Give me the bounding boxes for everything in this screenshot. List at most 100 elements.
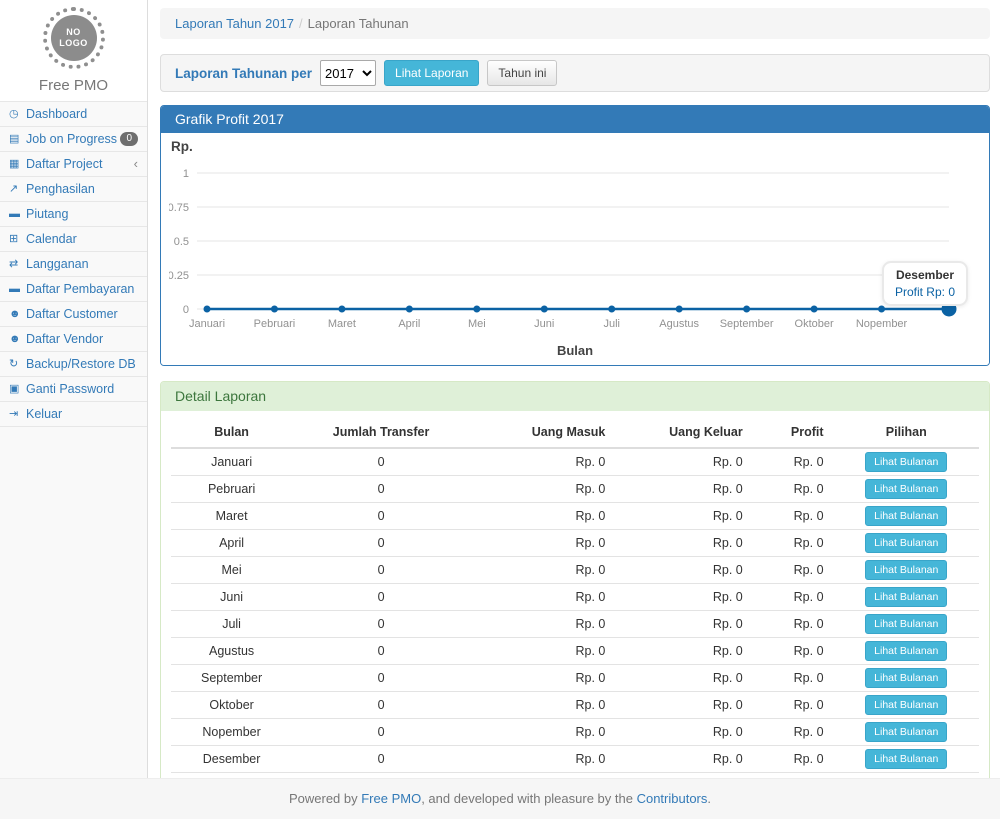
- chart-body: Rp. 00.250.50.751JanuariPebruariMaretApr…: [161, 133, 989, 365]
- table-cell: Rp. 0: [615, 584, 752, 611]
- lihat-bulanan-button[interactable]: Lihat Bulanan: [865, 749, 947, 769]
- table-cell: Rp. 0: [615, 692, 752, 719]
- chart-point-Oktober[interactable]: [811, 306, 818, 313]
- profit-chart[interactable]: 00.250.50.751JanuariPebruariMaretAprilMe…: [169, 157, 981, 343]
- chevron-left-icon: ‹: [134, 156, 138, 172]
- chart-point-Januari[interactable]: [204, 306, 211, 313]
- logo-block: NO LOGO Free PMO: [0, 0, 147, 101]
- table-cell: Rp. 0: [470, 557, 615, 584]
- logo-text-line1: NO: [66, 27, 81, 38]
- x-tick-label: Juni: [534, 318, 554, 330]
- lihat-bulanan-button[interactable]: Lihat Bulanan: [865, 479, 947, 499]
- sidebar-item-daftar-project[interactable]: ▦Daftar Project‹: [0, 152, 147, 177]
- year-select[interactable]: 2017: [320, 60, 376, 86]
- money-icon: ▬: [9, 281, 26, 297]
- no-logo-badge: NO LOGO: [43, 7, 105, 69]
- chart-point-Maret[interactable]: [338, 306, 345, 313]
- sidebar-item-daftar-customer[interactable]: ☻Daftar Customer: [0, 302, 147, 327]
- sidebar-item-dashboard[interactable]: ◷Dashboard: [0, 102, 147, 127]
- lihat-bulanan-button[interactable]: Lihat Bulanan: [865, 722, 947, 742]
- lihat-laporan-button[interactable]: Lihat Laporan: [384, 60, 479, 86]
- breadcrumb-link[interactable]: Laporan Tahun 2017: [175, 16, 294, 31]
- table-cell: Rp. 0: [470, 638, 615, 665]
- table-cell: Rp. 0: [615, 665, 752, 692]
- lihat-bulanan-button[interactable]: Lihat Bulanan: [865, 641, 947, 661]
- table-cell: 0: [292, 746, 470, 773]
- footer-text-middle: , and developed with pleasure by the: [421, 791, 636, 806]
- table-cell: 0: [292, 665, 470, 692]
- sidebar-item-daftar-pembayaran[interactable]: ▬Daftar Pembayaran: [0, 277, 147, 302]
- chart-point-Agustus[interactable]: [676, 306, 683, 313]
- table-cell: Januari: [171, 448, 292, 476]
- chart-y-axis-label: Rp.: [169, 139, 981, 157]
- x-tick-label: Maret: [328, 318, 356, 330]
- table-row: Pebruari0Rp. 0Rp. 0Rp. 0Lihat Bulanan: [171, 476, 979, 503]
- table-cell: Rp. 0: [615, 530, 752, 557]
- breadcrumb-current: Laporan Tahunan: [308, 16, 409, 31]
- footer-contributors-link[interactable]: Contributors: [637, 791, 708, 806]
- chart-point-Juni[interactable]: [541, 306, 548, 313]
- lihat-bulanan-button[interactable]: Lihat Bulanan: [865, 533, 947, 553]
- table-cell: 0: [292, 584, 470, 611]
- y-tick-label: 0.25: [169, 270, 189, 282]
- y-tick-label: 0.75: [169, 202, 189, 214]
- sidebar-item-piutang[interactable]: ▬Piutang: [0, 202, 147, 227]
- chart-point-April[interactable]: [406, 306, 413, 313]
- table-cell: 0: [292, 692, 470, 719]
- sidebar-item-label: Piutang: [26, 206, 68, 222]
- lihat-bulanan-button[interactable]: Lihat Bulanan: [865, 695, 947, 715]
- lihat-bulanan-button[interactable]: Lihat Bulanan: [865, 452, 947, 472]
- sidebar-item-label: Daftar Vendor: [26, 331, 103, 347]
- table-cell: Maret: [171, 503, 292, 530]
- table-row: Januari0Rp. 0Rp. 0Rp. 0Lihat Bulanan: [171, 448, 979, 476]
- sidebar-item-label: Daftar Project: [26, 156, 102, 172]
- sidebar-item-label: Penghasilan: [26, 181, 95, 197]
- column-header: Pilihan: [834, 417, 979, 448]
- sidebar-item-label: Daftar Customer: [26, 306, 118, 322]
- total-cell: Rp. 0: [753, 773, 834, 779]
- x-tick-label: September: [720, 318, 774, 330]
- detail-panel-title: Detail Laporan: [161, 382, 989, 411]
- chart-point-Juli[interactable]: [608, 306, 615, 313]
- tahun-ini-button[interactable]: Tahun ini: [487, 60, 557, 86]
- sidebar-item-job-on-progress[interactable]: ▤Job on Progress0: [0, 127, 147, 152]
- lihat-bulanan-button[interactable]: Lihat Bulanan: [865, 560, 947, 580]
- tooltip-value: Profit Rp: 0: [895, 285, 955, 299]
- x-tick-label: Mei: [468, 318, 486, 330]
- sidebar-item-backup-restore-db[interactable]: ↻Backup/Restore DB: [0, 352, 147, 377]
- chart-point-Nopember[interactable]: [878, 306, 885, 313]
- column-header: Uang Keluar: [615, 417, 752, 448]
- sidebar-item-daftar-vendor[interactable]: ☻Daftar Vendor: [0, 327, 147, 352]
- table-cell: Rp. 0: [470, 503, 615, 530]
- table-cell: Rp. 0: [470, 692, 615, 719]
- table-total-row: Total0Rp. 0Rp. 0Rp. 0: [171, 773, 979, 779]
- lihat-bulanan-button[interactable]: Lihat Bulanan: [865, 614, 947, 634]
- table-cell: Rp. 0: [753, 557, 834, 584]
- table-cell: Rp. 0: [753, 719, 834, 746]
- table-header-row: BulanJumlah TransferUang MasukUang Kelua…: [171, 417, 979, 448]
- sidebar-item-langganan[interactable]: ⇄Langganan: [0, 252, 147, 277]
- total-cell: Rp. 0: [615, 773, 752, 779]
- footer-brand-link[interactable]: Free PMO: [361, 791, 421, 806]
- chart-point-Mei[interactable]: [473, 306, 480, 313]
- table-cell: Rp. 0: [470, 665, 615, 692]
- chart-tooltip: Desember Profit Rp: 0: [882, 261, 968, 306]
- table-cell: Rp. 0: [470, 719, 615, 746]
- sidebar-item-keluar[interactable]: ⇥Keluar: [0, 402, 147, 427]
- lihat-bulanan-button[interactable]: Lihat Bulanan: [865, 506, 947, 526]
- sidebar-item-penghasilan[interactable]: ↗Penghasilan: [0, 177, 147, 202]
- refresh-icon: ↻: [9, 356, 26, 372]
- lihat-bulanan-button[interactable]: Lihat Bulanan: [865, 668, 947, 688]
- calendar-icon: ⊞: [9, 231, 26, 247]
- lihat-bulanan-button[interactable]: Lihat Bulanan: [865, 587, 947, 607]
- breadcrumb-separator: /: [299, 16, 303, 31]
- chart-panel-title: Grafik Profit 2017: [161, 106, 989, 133]
- chart-point-Pebruari[interactable]: [271, 306, 278, 313]
- table-cell: Rp. 0: [470, 746, 615, 773]
- sidebar-item-ganti-password[interactable]: ▣Ganti Password: [0, 377, 147, 402]
- tasks-icon: ▤: [9, 131, 26, 147]
- chart-point-September[interactable]: [743, 306, 750, 313]
- table-cell: Rp. 0: [470, 530, 615, 557]
- sidebar-item-calendar[interactable]: ⊞Calendar: [0, 227, 147, 252]
- table-cell: Rp. 0: [470, 476, 615, 503]
